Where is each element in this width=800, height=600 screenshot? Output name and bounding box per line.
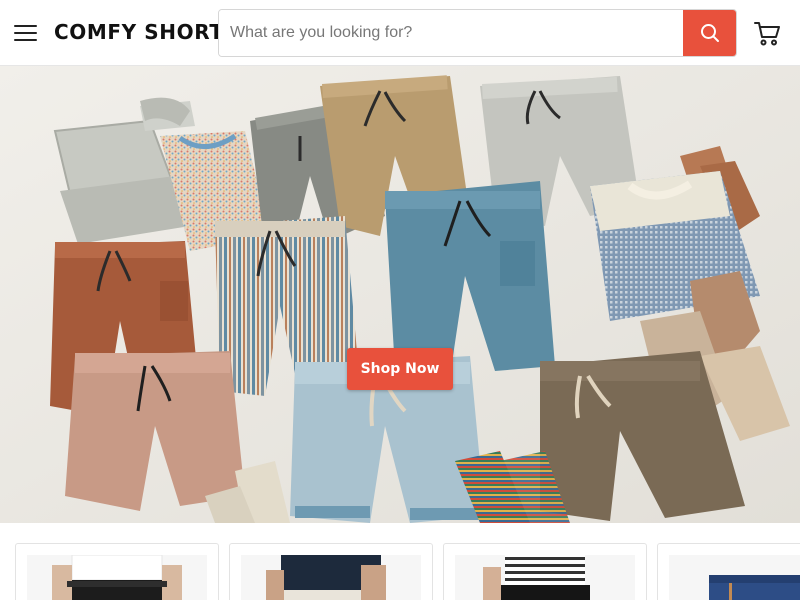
shopping-cart-icon — [754, 22, 780, 46]
menu-button[interactable] — [10, 17, 42, 49]
product-card[interactable] — [657, 543, 800, 600]
shop-now-button[interactable]: Shop Now — [347, 348, 453, 390]
product-card[interactable] — [229, 543, 433, 600]
product-card[interactable] — [443, 543, 647, 600]
product-image — [241, 555, 421, 600]
search-button[interactable] — [683, 10, 736, 56]
product-image — [27, 555, 207, 600]
product-grid — [0, 523, 800, 600]
product-image — [669, 555, 800, 600]
product-card[interactable] — [15, 543, 219, 600]
search-input[interactable] — [219, 10, 684, 56]
product-image — [455, 555, 635, 600]
search-icon — [700, 24, 719, 42]
hero-banner: Shop Now — [0, 66, 800, 523]
site-logo[interactable]: COMFY SHORT — [54, 20, 224, 44]
hamburger-menu-icon — [14, 25, 37, 27]
site-header: COMFY SHORT — [0, 0, 800, 66]
hero-image — [0, 66, 800, 523]
cart-button[interactable] — [751, 17, 783, 49]
search-bar — [218, 9, 737, 57]
